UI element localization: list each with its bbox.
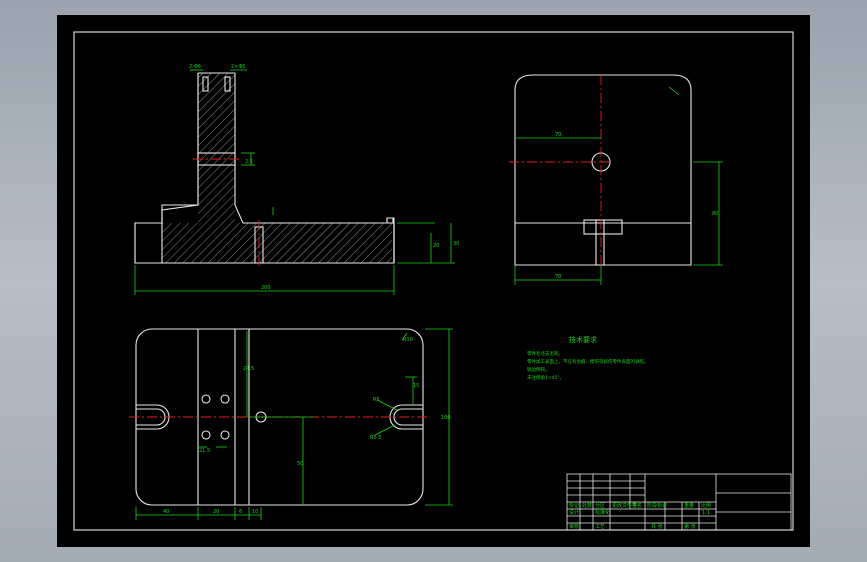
tb-label-weight: 重量	[684, 502, 694, 509]
dim-r-top: R10	[403, 337, 413, 343]
dim-w-right: 15	[413, 383, 419, 389]
dim-width: 200	[261, 285, 271, 291]
tb-scale-value: 1:1	[702, 510, 710, 516]
dim-b2: 20	[213, 509, 219, 515]
dim-r-slot2: R5.5	[370, 435, 381, 441]
plan-view: R10 24.5 R6 R5.5 15 100 50 21.5 40 20 6 …	[129, 328, 453, 520]
dim-mid: 50	[297, 461, 303, 467]
dim-side-bottom: 70	[555, 274, 561, 280]
dim-side-height: 80	[712, 211, 718, 217]
dim-b3: 6	[239, 509, 242, 515]
dim-h2: 21.5	[199, 448, 210, 454]
dim-b1: 40	[163, 509, 169, 515]
tb-label-count: 处数	[582, 502, 592, 509]
tech-note-1: 零件毛坯去毛刺。	[527, 350, 563, 357]
dim-slot: 2.5	[245, 159, 253, 165]
tb-label-sign: 签名	[632, 502, 642, 509]
tech-note-2: 零件加工表面上，不应有划痕、擦伤等损伤零件表面的缺陷。	[527, 358, 649, 365]
tb-label-total: 共 张	[651, 523, 663, 530]
dim-h2: 30	[453, 241, 459, 247]
dim-side-top: 70	[555, 132, 561, 138]
tb-label-std: 标准化	[595, 509, 610, 516]
dim-plan-height: 100	[441, 415, 451, 421]
drawing-sheet: 2-Φ6 2×Φ6 2.5 200 20 30 70 70 80 R10 24.…	[57, 15, 810, 547]
dim-b4: 10	[252, 509, 258, 515]
tech-notes: 技术要求 零件毛坯去毛刺。 零件加工表面上，不应有划痕、擦伤等损伤零件表面的缺陷…	[527, 335, 649, 381]
tb-label-process: 工艺	[595, 524, 605, 530]
dim-h1: 20	[433, 243, 439, 249]
tech-note-4: 未注倒角1×45°。	[527, 374, 564, 381]
cad-drawing: 2-Φ6 2×Φ6 2.5 200 20 30 70 70 80 R10 24.…	[73, 31, 794, 531]
tb-label-zone: 分区	[595, 502, 605, 509]
dim-top-left: 2-Φ6	[189, 64, 201, 70]
tech-notes-title: 技术要求	[569, 335, 597, 344]
section-view: 2-Φ6 2×Φ6 2.5 200 20 30	[134, 64, 459, 295]
tb-label-review: 审核	[569, 523, 579, 530]
dim-h-left: 24.5	[243, 366, 254, 372]
tb-label-mark: 标记	[569, 502, 579, 509]
side-view: 70 70 80	[509, 74, 723, 285]
tb-label-sheet: 第 张	[684, 523, 696, 530]
dim-top-right: 2×Φ6	[231, 64, 246, 70]
tb-label-design: 设计	[569, 509, 579, 516]
dim-r-slot: R6	[373, 397, 380, 403]
title-block: 标记 处数 分区 更改文件号 签名 设计 标准化 阶段标记 重量 比例 1:1 …	[566, 473, 792, 531]
drawing-border	[73, 31, 794, 531]
tb-label-stage: 阶段标记	[647, 502, 667, 509]
tech-note-3: 锐边倒钝。	[527, 366, 550, 373]
tb-label-scale: 比例	[701, 502, 711, 509]
